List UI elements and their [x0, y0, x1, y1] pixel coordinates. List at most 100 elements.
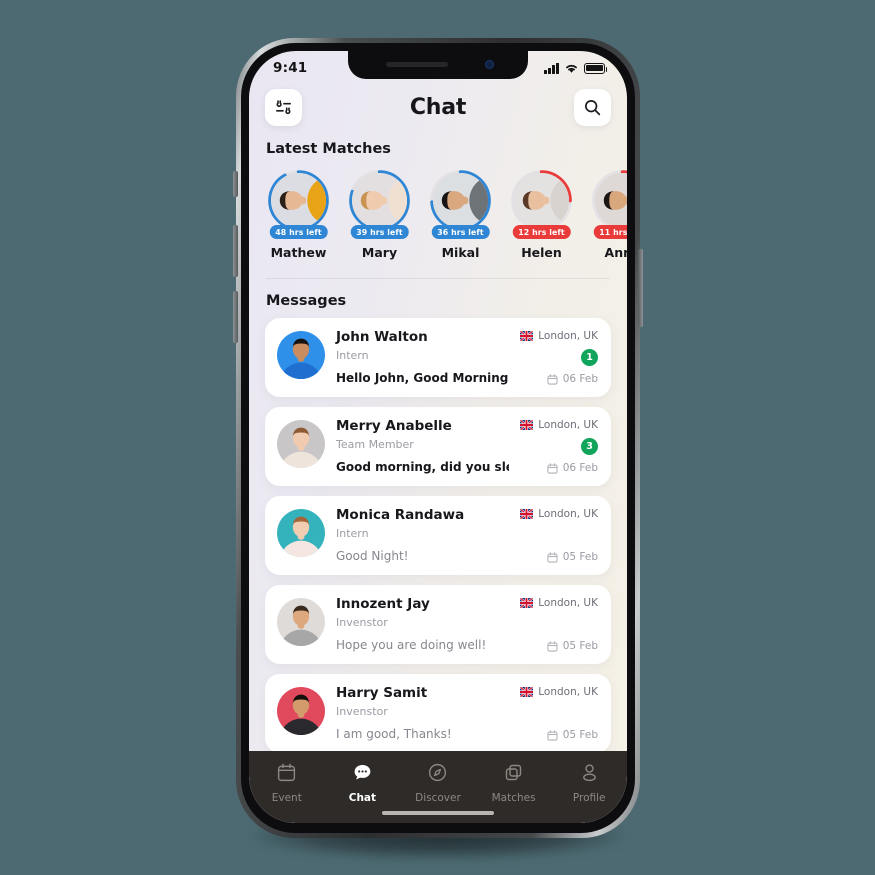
match-avatar — [352, 173, 407, 228]
tab-chat[interactable]: Chat — [325, 762, 401, 804]
uk-flag-icon — [520, 420, 534, 430]
match-avatar-ring[interactable]: 39 hrs left — [348, 169, 411, 239]
match-name: Mary — [361, 245, 398, 260]
match-time-left: 39 hrs left — [350, 225, 409, 239]
message-sender-role: Invenstor — [336, 616, 388, 629]
message-preview: I am good, Thanks! — [336, 727, 452, 741]
message-card[interactable]: Harry Samit Invenstor I am good, Thanks!… — [265, 674, 611, 753]
message-meta: London, UK 3 06 Feb — [520, 418, 598, 474]
calendar-icon — [547, 373, 558, 385]
message-card[interactable]: John Walton Intern Hello John, Good Morn… — [265, 318, 611, 397]
message-preview: Hello John, Good Morning! — [336, 371, 510, 385]
messages-label: Messages — [266, 293, 347, 309]
latest-matches-list[interactable]: 48 hrs left Mathew 39 hrs left Mary 36 h… — [249, 160, 627, 266]
power-button[interactable] — [638, 249, 643, 327]
message-sender-role: Team Member — [336, 438, 414, 451]
bottom-tab-bar[interactable]: Event Chat Discover Matches Profile — [249, 751, 627, 823]
status-indicators — [544, 62, 608, 74]
match-avatar-ring[interactable]: 11 hrs left — [591, 169, 627, 239]
search-button[interactable] — [574, 89, 611, 126]
message-location: London, UK — [520, 686, 598, 698]
page-title: Chat — [409, 95, 467, 120]
message-sender-role: Intern — [336, 527, 369, 540]
tab-event[interactable]: Event — [249, 762, 325, 804]
message-date: 05 Feb — [547, 551, 598, 563]
message-date-text: 06 Feb — [562, 373, 598, 385]
message-body: Merry Anabelle Team Member Good morning,… — [336, 418, 509, 474]
stacked-cards-icon — [503, 764, 524, 787]
earpiece-speaker — [386, 62, 448, 67]
wifi-icon — [566, 64, 577, 73]
message-meta: London, UK 05 Feb — [520, 596, 598, 652]
screenshot-stage: 9:41 Chat Latest Matches 48 hrs left Mat… — [0, 0, 875, 875]
match-item[interactable]: 36 hrs left Mikal — [429, 169, 492, 260]
avatar-illustration — [277, 687, 325, 735]
match-avatar-ring[interactable]: 48 hrs left — [267, 169, 330, 239]
message-body: John Walton Intern Hello John, Good Morn… — [336, 329, 509, 385]
message-avatar — [277, 598, 325, 646]
message-date: 06 Feb — [547, 373, 598, 385]
person-icon — [579, 764, 600, 787]
match-item[interactable]: 12 hrs left Helen — [510, 169, 573, 260]
tab-label: Matches — [491, 792, 536, 804]
message-sender-name: Merry Anabelle — [336, 418, 452, 434]
tab-matches[interactable]: Matches — [476, 762, 552, 804]
chat-bubble-icon — [352, 764, 373, 787]
calendar-icon — [276, 763, 297, 787]
message-preview: Good Night! — [336, 549, 409, 563]
menu-button[interactable] — [265, 89, 302, 126]
message-location: London, UK — [520, 508, 598, 520]
message-avatar — [277, 420, 325, 468]
message-sender-name: Monica Randawa — [336, 507, 465, 523]
message-card[interactable]: Innozent Jay Invenstor Hope you are doin… — [265, 585, 611, 664]
match-item[interactable]: 39 hrs left Mary — [348, 169, 411, 260]
tab-label: Discover — [415, 792, 461, 804]
volume-up-button[interactable] — [233, 225, 238, 277]
avatar-illustration — [352, 173, 407, 228]
phone-screen: 9:41 Chat Latest Matches 48 hrs left Mat… — [249, 51, 627, 823]
app-header: Chat — [249, 89, 627, 126]
match-name: Helen — [521, 245, 562, 260]
message-body: Monica Randawa Intern Good Night! — [336, 507, 509, 563]
message-location: London, UK — [520, 330, 598, 342]
message-location-text: London, UK — [538, 419, 598, 431]
tab-profile[interactable]: Profile — [551, 762, 627, 804]
match-item[interactable]: 11 hrs left Anna — [591, 169, 627, 260]
status-clock: 9:41 — [273, 60, 308, 76]
message-date-text: 05 Feb — [562, 640, 598, 652]
match-avatar — [595, 173, 627, 228]
match-avatar-ring[interactable]: 36 hrs left — [429, 169, 492, 239]
message-card[interactable]: Monica Randawa Intern Good Night! London… — [265, 496, 611, 575]
match-avatar-ring[interactable]: 12 hrs left — [510, 169, 573, 239]
volume-down-button[interactable] — [233, 291, 238, 343]
message-location-text: London, UK — [538, 597, 598, 609]
message-sender-name: Innozent Jay — [336, 596, 430, 612]
messages-list[interactable]: John Walton Intern Hello John, Good Morn… — [249, 318, 627, 753]
message-card[interactable]: Merry Anabelle Team Member Good morning,… — [265, 407, 611, 486]
message-date: 05 Feb — [547, 729, 598, 741]
home-indicator[interactable] — [382, 811, 494, 815]
match-avatar — [433, 173, 488, 228]
message-sender-role: Invenstor — [336, 705, 388, 718]
mute-switch-button[interactable] — [233, 171, 238, 197]
front-camera — [485, 60, 494, 69]
message-date: 05 Feb — [547, 640, 598, 652]
compass-icon — [427, 763, 448, 787]
tab-discover[interactable]: Discover — [400, 762, 476, 804]
message-preview: Good morning, did you slee... — [336, 460, 509, 474]
message-sender-name: Harry Samit — [336, 685, 428, 701]
avatar-illustration — [514, 173, 569, 228]
avatar-illustration — [277, 331, 325, 379]
section-divider — [266, 278, 610, 279]
tab-label: Chat — [348, 792, 377, 804]
message-location: London, UK — [520, 419, 598, 431]
message-sender-name: John Walton — [336, 329, 428, 345]
uk-flag-icon — [520, 509, 534, 519]
message-location-text: London, UK — [538, 686, 598, 698]
message-meta: London, UK 05 Feb — [520, 507, 598, 563]
match-item[interactable]: 48 hrs left Mathew — [267, 169, 330, 260]
uk-flag-icon — [520, 598, 534, 608]
signal-bars-icon — [544, 62, 559, 74]
message-date-text: 05 Feb — [562, 729, 598, 741]
match-time-left: 11 hrs left — [593, 225, 627, 239]
